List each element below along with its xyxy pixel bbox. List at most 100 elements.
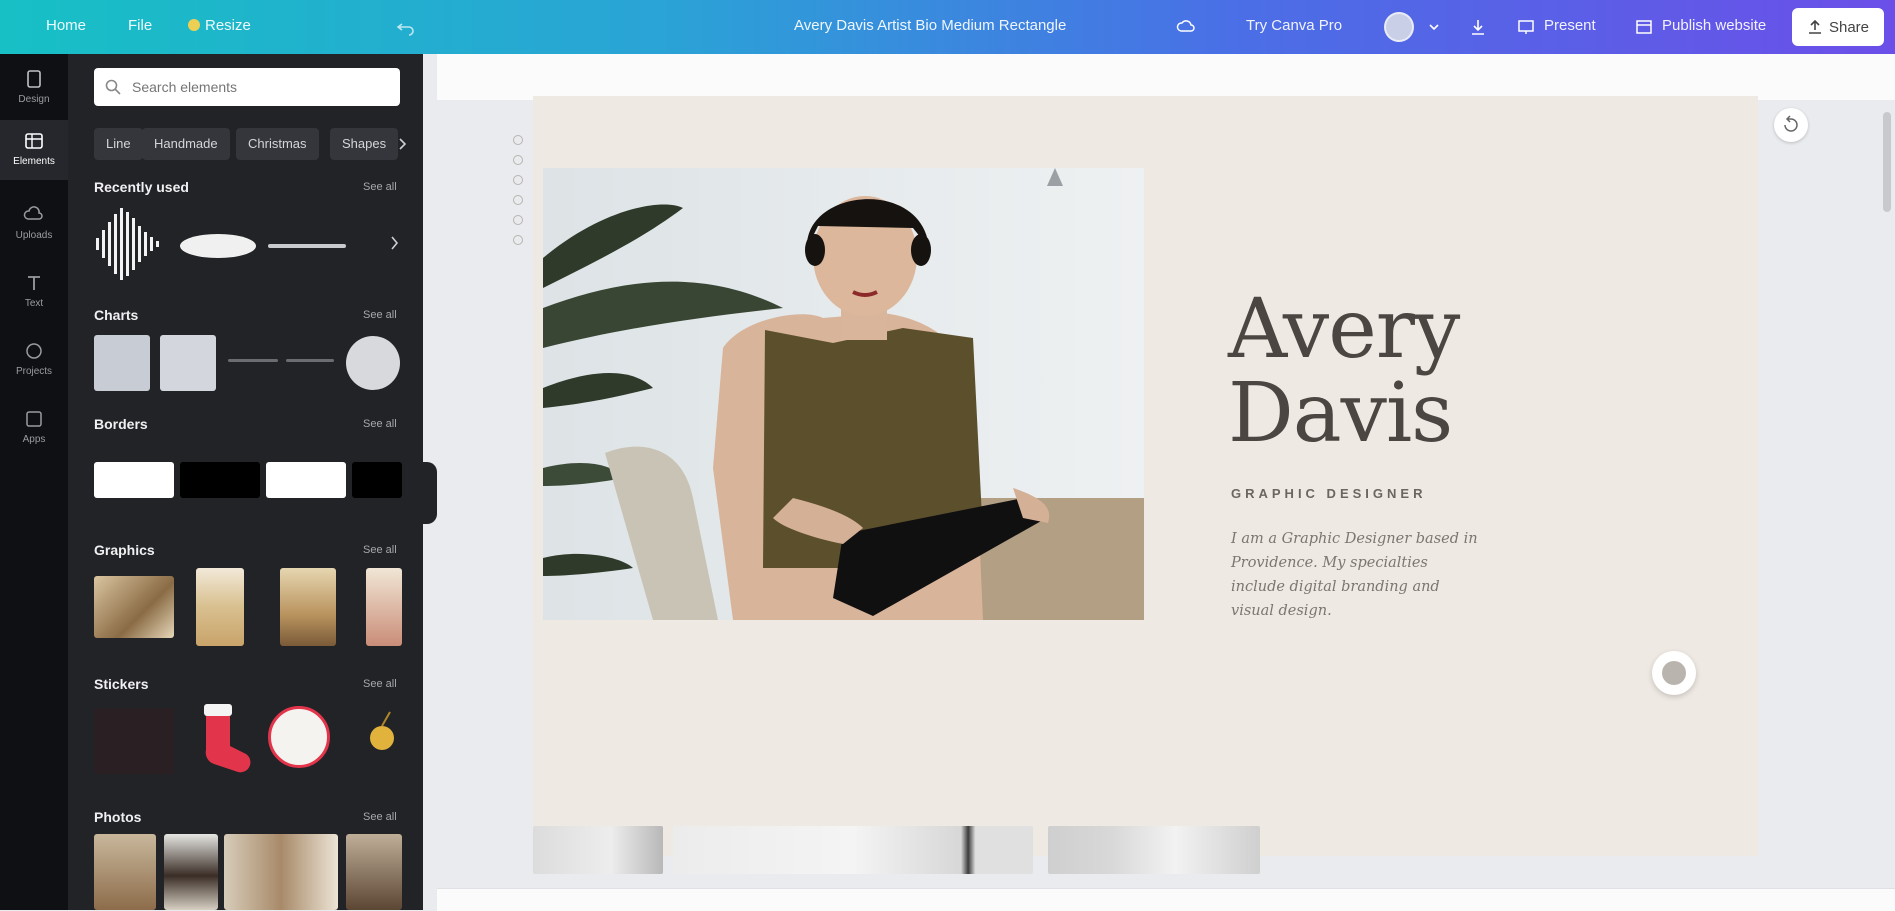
border-thumbnail[interactable] [266,462,346,498]
rail-elements[interactable]: Elements [0,120,68,180]
border-thumbnail[interactable] [352,462,402,498]
portrait-illustration [543,168,1144,620]
bottom-status-bar [437,888,1895,911]
apps-icon [26,411,42,427]
see-all-link[interactable]: See all [363,544,397,556]
chip-handmade[interactable]: Handmade [142,128,230,160]
photo-thumbnail[interactable] [94,834,156,910]
home-button[interactable]: Home [46,17,86,34]
search-icon [105,79,121,95]
chart-thumbnail[interactable] [160,335,216,391]
photo-thumbnail[interactable] [224,834,338,910]
section-charts: Charts [94,307,139,323]
graphic-thumbnail[interactable] [366,568,402,646]
vertical-scrollbar[interactable] [1883,112,1891,212]
page-filmstrip [533,826,1283,874]
top-toolbar: Home File Resize Avery Davis Artist Bio … [0,0,1895,54]
chevron-right-icon[interactable] [386,234,404,252]
rail-uploads[interactable]: Uploads [0,204,68,256]
chevron-down-icon[interactable] [1424,17,1444,37]
designer-name[interactable]: Avery Davis [1228,288,1460,456]
text-icon [28,276,40,290]
see-all-link[interactable]: See all [363,418,397,430]
sticker-thumbnail[interactable] [94,708,174,774]
website-icon [1636,20,1652,34]
page-thumbnail[interactable] [1048,826,1260,874]
section-recently-used: Recently used [94,179,189,195]
elements-panel: Line Handmade Christmas Shapes Recently … [68,54,423,910]
page-thumbnail[interactable] [673,826,1033,874]
section-graphics: Graphics [94,542,155,558]
line-thumbnail[interactable] [268,244,346,248]
file-menu[interactable]: File [128,17,152,34]
cloud-sync-icon[interactable] [1176,17,1196,37]
category-chips: Line Handmade Christmas Shapes [94,128,423,160]
upload-icon [23,206,43,220]
help-button[interactable] [1652,651,1696,695]
side-tool-dot[interactable] [513,175,523,185]
chart-thumbnail[interactable] [286,359,334,362]
chart-thumbnail[interactable] [94,335,150,391]
share-button[interactable]: Share [1792,8,1884,46]
refresh-button[interactable] [1774,108,1808,142]
sticker-thumbnail[interactable] [268,706,330,768]
present-icon [1518,20,1534,34]
canvas-toolbar [437,54,1895,100]
stocking-sticker[interactable] [186,702,256,778]
page-thumbnail[interactable] [533,826,663,874]
chip-shapes[interactable]: Shapes [330,128,399,160]
photo-thumbnail[interactable] [164,834,218,910]
undo-icon[interactable] [396,17,416,37]
document-title[interactable]: Avery Davis Artist Bio Medium Rectangle [794,17,1066,34]
side-tool-dot[interactable] [513,135,523,145]
avatar[interactable] [1384,12,1414,42]
side-tool-dot[interactable] [513,195,523,205]
section-borders: Borders [94,416,148,432]
present-button[interactable]: Present [1544,17,1596,34]
chart-thumbnail[interactable] [228,359,278,362]
graphic-thumbnail[interactable] [94,576,174,638]
chip-line[interactable]: Line [94,128,143,160]
see-all-link[interactable]: See all [363,678,397,690]
search-box[interactable] [94,68,400,106]
try-pro-button[interactable]: Try Canva Pro [1246,17,1342,34]
side-tool-dot[interactable] [513,215,523,225]
resize-button[interactable]: Resize [188,17,251,34]
see-all-link[interactable]: See all [363,309,397,321]
side-tool-dot[interactable] [513,235,523,245]
rail-design[interactable]: Design [0,64,68,120]
upload-share-icon [1808,19,1821,34]
folder-icon [26,343,42,359]
page-side-tools [508,135,528,255]
designer-bio[interactable]: I am a Graphic Designer based in Provide… [1231,527,1481,623]
soundwave-thumbnail[interactable] [94,204,164,284]
section-stickers: Stickers [94,676,149,692]
rail-text[interactable]: Text [0,272,68,324]
see-all-link[interactable]: See all [363,181,397,193]
side-tool-dot[interactable] [513,155,523,165]
chevron-right-icon[interactable] [394,136,410,152]
see-all-link[interactable]: See all [363,811,397,823]
search-input[interactable] [130,78,384,96]
left-rail: Design Elements Uploads Text Projects Ap… [0,54,68,910]
photo-thumbnail[interactable] [346,834,402,910]
graphic-thumbnail[interactable] [196,568,244,646]
rail-projects[interactable]: Projects [0,340,68,392]
refresh-icon [1784,115,1798,132]
designer-role[interactable]: GRAPHIC DESIGNER [1231,486,1426,501]
rail-apps[interactable]: Apps [0,408,68,460]
publish-website-button[interactable]: Publish website [1662,17,1766,34]
elements-icon [25,133,43,149]
waveform-thumbnail[interactable] [178,230,258,262]
sticker-thumbnail[interactable] [360,708,404,768]
graphic-thumbnail[interactable] [280,568,336,646]
border-thumbnail[interactable] [180,462,260,498]
pie-chart-thumbnail[interactable] [346,336,400,390]
border-thumbnail[interactable] [94,462,174,498]
download-icon[interactable] [1468,17,1488,37]
crown-icon [188,19,200,31]
chip-christmas[interactable]: Christmas [236,128,319,160]
portrait-photo[interactable] [543,168,1144,620]
panel-collapse-handle[interactable] [423,462,437,524]
design-icon [27,70,41,88]
